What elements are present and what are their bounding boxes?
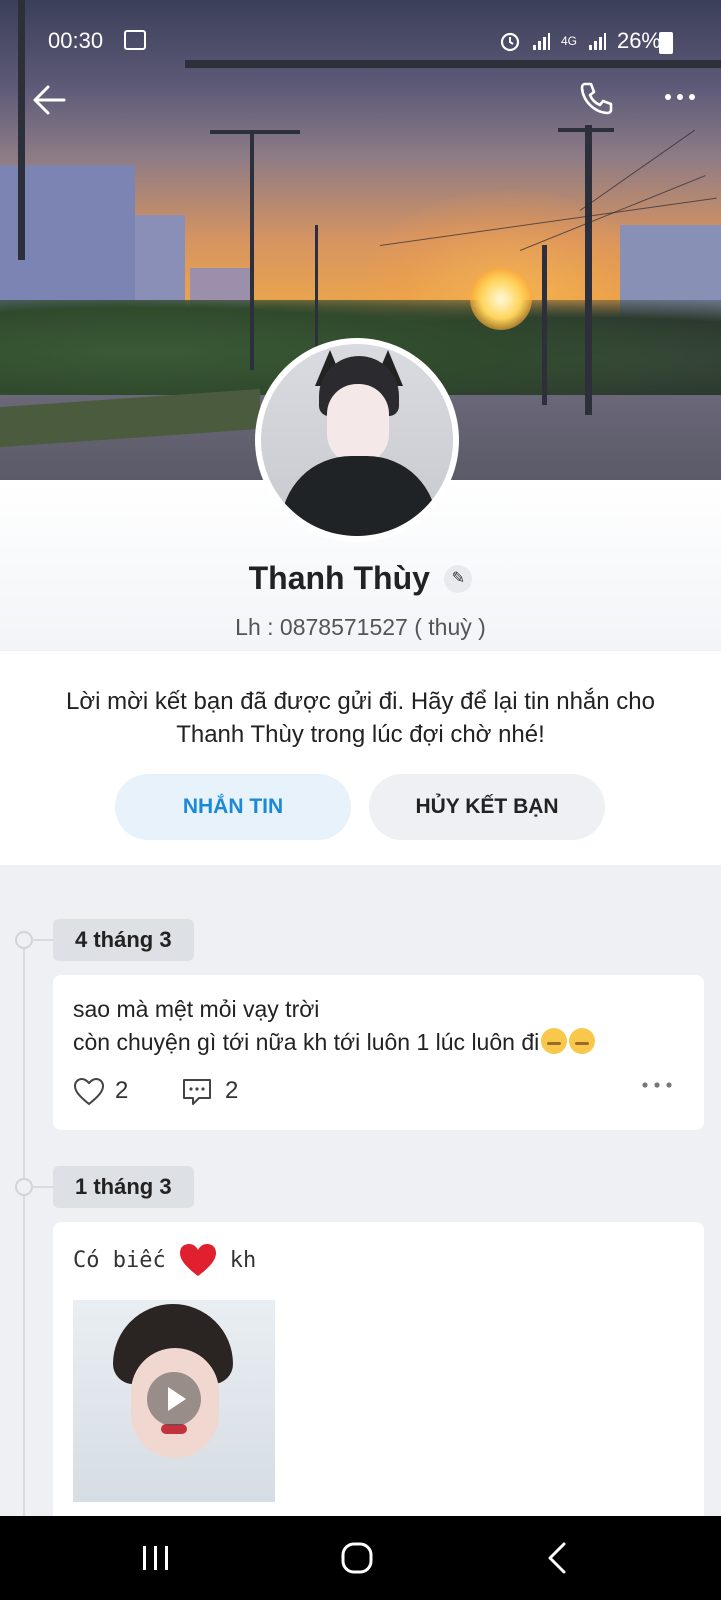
like-count: 2 [115,1077,129,1104]
post-text: sao mà mệt mỏi vạy trời còn chuyện gì tớ… [73,993,596,1059]
utility-pole-arm [558,128,614,132]
signal-icon [532,33,550,50]
image-notification-icon [124,30,146,50]
message-button[interactable]: NHẮN TIN [115,774,351,840]
pensive-face-emoji [569,1028,596,1054]
recent-apps-icon[interactable] [126,1538,186,1578]
street-lamp-arm [210,130,300,134]
post-actions: 2 2 [73,1075,684,1111]
top-bar [0,76,721,126]
video-thumbnail[interactable] [73,1300,275,1502]
profile-bio: Lh : 0878571527 ( thuỳ ) [235,614,486,640]
sun [470,268,532,330]
post-text-after: kh [229,1247,257,1273]
avatar-body [281,456,437,536]
alarm-icon [500,32,520,52]
battery-percent: 26% [616,28,661,53]
pencil-icon[interactable]: ✎ [444,564,473,593]
battery-icon [659,32,673,54]
power-line [579,129,695,211]
utility-pole [542,245,547,405]
status-bar: 00:30 4G 26% [0,18,721,66]
signal-icon [588,33,606,50]
post-line-2: còn chuyện gì tới nữa kh tới luôn 1 lúc … [73,1026,596,1059]
status-indicators: 4G 26% [499,28,661,54]
red-heart-icon [179,1244,216,1276]
more-icon[interactable] [660,82,700,112]
play-icon[interactable] [147,1372,201,1426]
post-text-before: Có biếc [73,1247,166,1273]
post-card[interactable]: Có biếc kh [53,1222,704,1522]
friend-request-card: Lời mời kết bạn đã được gửi đi. Hãy để l… [0,651,721,865]
system-nav-bar [0,1516,721,1600]
network-type: 4G [560,34,577,48]
avatar-photo [261,344,453,536]
profile-name: Thanh Thùy [248,560,430,596]
post-line: sao mà mệt mỏi vạy trời [73,996,320,1022]
post-more-icon[interactable] [640,1075,674,1095]
avatar-face [327,384,389,464]
relieved-face-emoji [541,1028,568,1054]
post-text: Có biếc kh [73,1242,256,1278]
utility-pole [585,125,592,415]
date-chip: 4 tháng 3 [53,919,194,961]
home-icon[interactable] [327,1538,387,1578]
comment-icon[interactable] [181,1077,213,1107]
post-card[interactable]: sao mà mệt mỏi vạy trời còn chuyện gì tớ… [53,975,704,1130]
friend-request-message: Lời mời kết bạn đã được gửi đi. Hãy để l… [66,688,655,748]
status-time: 00:30 [48,28,104,53]
avatar[interactable] [255,338,459,542]
phone-icon[interactable] [576,78,616,118]
post-line: còn chuyện gì tới nữa kh tới luôn 1 lúc … [73,1029,540,1055]
street-lamp [250,130,254,370]
timeline-connector [31,1186,53,1188]
unfriend-button[interactable]: HỦY KẾT BẠN [369,774,605,840]
heart-outline-icon[interactable] [73,1077,105,1107]
timeline-connector [31,939,53,941]
profile-name-row: Thanh Thùy ✎ [0,560,721,597]
date-chip: 1 tháng 3 [53,1166,194,1208]
timeline-line [23,938,25,1538]
back-nav-icon[interactable] [528,1538,588,1578]
arrow-left-icon[interactable] [30,82,70,118]
comment-count: 2 [225,1077,239,1104]
